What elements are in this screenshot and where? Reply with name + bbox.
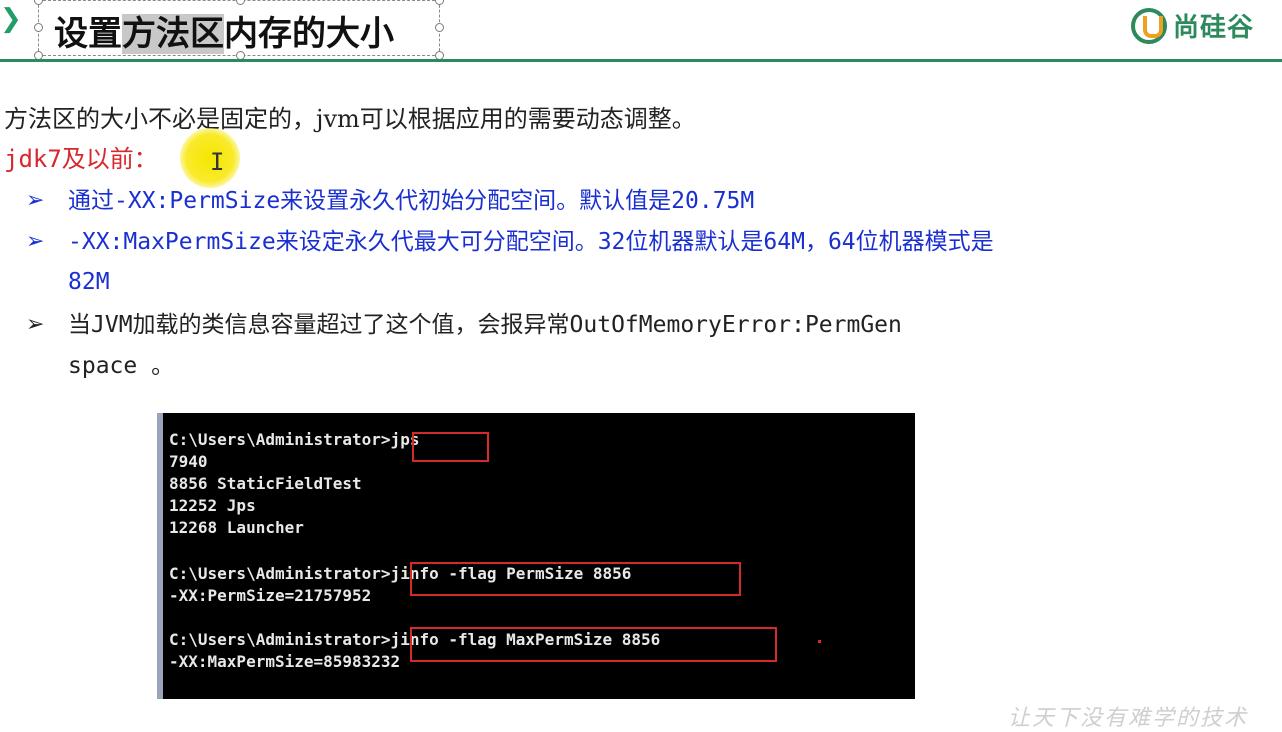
annotation-box-jinfo-permsize (410, 562, 741, 596)
terminal-line: -XX:PermSize=21757952 (169, 586, 372, 605)
annotation-box-jinfo-maxpermsize (410, 627, 777, 662)
terminal-line: 7940 (169, 452, 208, 471)
brand-name: 尚硅谷 (1172, 13, 1254, 43)
bullet-maxpermsize: -XX:MaxPermSize来设定永久代最大可分配空间。32位机器默认是64M… (68, 229, 994, 255)
terminal-line: -XX:MaxPermSize=85983232 (169, 652, 401, 671)
slide-edge: ❯ (0, 0, 22, 60)
resize-handle-mid-left[interactable] (34, 23, 43, 32)
resize-handle-mid-right[interactable] (435, 23, 444, 32)
annotation-dot (818, 640, 821, 643)
chevron-right-icon: ❯ (0, 4, 22, 34)
title-part-2-highlighted: 方法区 (122, 14, 224, 54)
bullet-maxpermsize-cont: 82M (68, 269, 110, 295)
brand-u-icon (1130, 7, 1167, 44)
terminal-line: 12268 Launcher (169, 518, 304, 537)
brand-logo: 尚硅谷 (1130, 7, 1254, 44)
terminal-line: C:\Users\Administrator>jps (169, 430, 420, 449)
terminal-line: 8856 StaticFieldTest (169, 474, 362, 493)
jdk7-label: jdk7及以前： (4, 145, 158, 173)
page-title[interactable]: 设置方法区内存的大小 (54, 6, 394, 55)
title-part-1: 设置 (54, 14, 122, 54)
bullet-oom-cont: space 。 (68, 353, 175, 379)
intro-text: 方法区的大小不必是固定的，jvm可以根据应用的需要动态调整。 (4, 105, 696, 133)
watermark: 让天下没有难学的技术 (1007, 706, 1248, 731)
header-divider (0, 59, 1282, 62)
title-part-3: 内存的大小 (224, 14, 394, 54)
bullet-permsize: 通过-XX:PermSize来设置永久代初始分配空间。默认值是20.75M (68, 188, 755, 214)
bullet-arrow-icon: ➢ (26, 312, 45, 337)
text-cursor-icon: I (210, 148, 225, 176)
bullet-arrow-icon: ➢ (26, 188, 45, 213)
bullet-oom: 当JVM加载的类信息容量超过了这个值，会报异常OutOfMemoryError:… (68, 312, 902, 338)
annotation-box-jps (412, 432, 489, 462)
terminal-line: 12252 Jps (169, 496, 256, 515)
bullet-arrow-icon: ➢ (26, 229, 45, 254)
resize-handle-top-right[interactable] (435, 0, 444, 5)
